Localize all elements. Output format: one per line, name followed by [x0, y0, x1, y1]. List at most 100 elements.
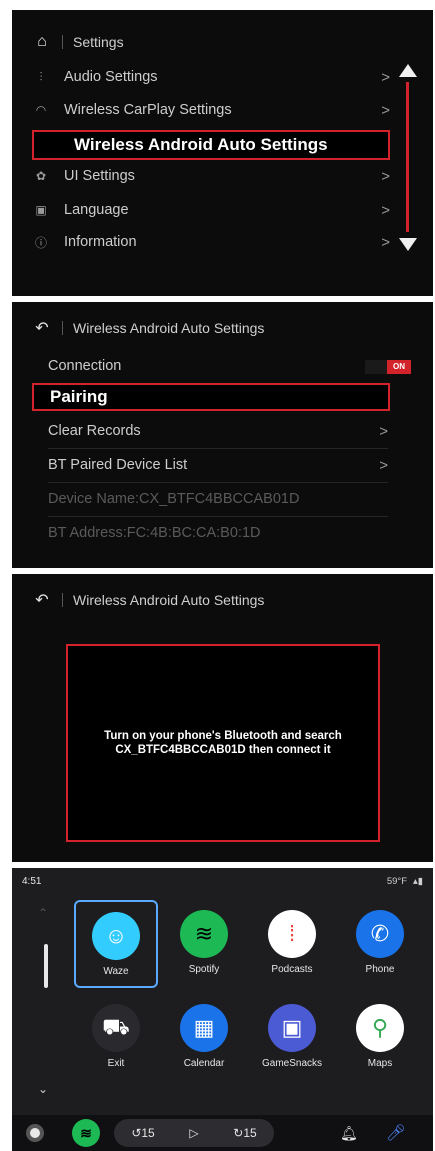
exit-glyph: ⛟	[102, 1013, 130, 1039]
app-label: Calendar	[183, 1058, 225, 1069]
bt-paired-device-list-label: BT Paired Device List	[48, 457, 188, 473]
chevron-right-icon: >	[379, 456, 388, 474]
menu-item-label: Wireless Android Auto Settings	[74, 135, 328, 154]
palette-icon: ✿	[35, 169, 47, 183]
scrollbar[interactable]	[406, 82, 409, 232]
forward-seconds: 15	[243, 1126, 257, 1140]
media-controls: ↺15 ▷ ↻15	[114, 1119, 274, 1147]
app-label: Maps	[367, 1058, 393, 1069]
rewind-seconds: 15	[141, 1126, 155, 1140]
gamesnacks-icon: ▣	[268, 1004, 316, 1052]
connection-row: Connection	[48, 353, 388, 379]
home-button[interactable]	[26, 1124, 44, 1142]
spotify-glyph: ≋	[194, 921, 214, 946]
play-icon[interactable]: ▷	[189, 1126, 198, 1140]
home-icon[interactable]: ⌂	[32, 33, 52, 51]
microphone-icon[interactable]: 🎤︎	[386, 1123, 406, 1143]
app-label: GameSnacks	[261, 1058, 323, 1069]
language-icon: ▣	[35, 203, 47, 217]
device-name-text: Device Name:CX_BTFC4BBCCAB01D	[48, 491, 300, 507]
header-divider	[62, 593, 63, 607]
aa-settings-header: ↶ Wireless Android Auto Settings	[12, 314, 433, 342]
chevron-right-icon: >	[379, 422, 388, 440]
back-icon[interactable]: ↶	[32, 318, 52, 338]
scroll-up-arrow-icon[interactable]	[399, 64, 417, 77]
maps-glyph: ⚲	[371, 1015, 389, 1040]
chevron-right-icon: >	[381, 68, 390, 86]
spotify-dock-icon[interactable]: ≋	[72, 1119, 100, 1147]
settings-screen: ⌂ Settings ⫶ Audio Settings > ◠ Wireless…	[12, 10, 433, 296]
app-calendar[interactable]: ▦ Calendar	[162, 994, 246, 1082]
maps-icon: ⚲	[356, 1004, 404, 1052]
clear-records-label: Clear Records	[48, 423, 141, 439]
clock: 4:51	[22, 875, 42, 887]
forward-15-icon[interactable]: ↻15	[233, 1126, 256, 1140]
calendar-icon: ▦	[180, 1004, 228, 1052]
info-icon: ⓘ	[34, 235, 47, 250]
app-label: Podcasts	[271, 964, 313, 975]
connection-toggle[interactable]: ON	[365, 360, 411, 374]
chevron-right-icon: >	[381, 233, 390, 251]
phone-glyph: ✆	[370, 921, 390, 946]
notification-bell-icon[interactable]: 🔔︎	[340, 1125, 358, 1142]
header-divider	[62, 321, 63, 335]
page-title: Settings	[73, 34, 124, 50]
podcasts-glyph: ⁞	[288, 921, 296, 946]
chevron-right-icon: >	[381, 201, 390, 219]
menu-item-label: Wireless CarPlay Settings	[64, 102, 232, 118]
menu-item-label: Information	[64, 234, 137, 250]
pairing-screen: ↶ Wireless Android Auto Settings Turn on…	[12, 574, 433, 862]
pairing-label: Pairing	[50, 387, 108, 406]
page-title: Wireless Android Auto Settings	[73, 592, 265, 608]
device-name-row: Device Name:CX_BTFC4BBCCAB01D	[48, 486, 388, 512]
waze-glyph: ☺	[104, 923, 128, 948]
pairing-row[interactable]: Pairing	[32, 383, 390, 411]
app-phone[interactable]: ✆ Phone	[338, 900, 422, 988]
wifi-icon: ◠	[35, 103, 47, 117]
android-auto-settings-screen: ↶ Wireless Android Auto Settings Connect…	[12, 302, 433, 568]
podcasts-icon: ⁞	[268, 910, 316, 958]
dialog-text-line-1: Turn on your phone's Bluetooth and searc…	[104, 730, 342, 742]
pairing-instructions-dialog: Turn on your phone's Bluetooth and searc…	[66, 644, 380, 842]
settings-header: ⌂ Settings	[12, 28, 433, 56]
signal-icon: ▴▮	[413, 875, 423, 887]
dialog-text-line-2: CX_BTFC4BBCCAB01D then connect it	[115, 744, 331, 756]
app-podcasts[interactable]: ⁞ Podcasts	[250, 900, 334, 988]
menu-item-ui-settings[interactable]: ✿ UI Settings >	[32, 163, 390, 189]
app-grid-scroll-rail[interactable]: ⌃ ⌄	[22, 898, 70, 1108]
app-exit[interactable]: ⛟ Exit	[74, 994, 158, 1082]
audio-icon: ⫶	[39, 69, 43, 84]
calendar-glyph: ▦	[193, 1015, 215, 1040]
app-waze[interactable]: ☺ Waze	[74, 900, 158, 988]
app-spotify[interactable]: ≋ Spotify	[162, 900, 246, 988]
rewind-15-icon[interactable]: ↺15	[131, 1126, 154, 1140]
divider	[48, 516, 388, 517]
android-auto-launcher: 4:51 59°F ▴▮ ⌃ ⌄ ☺ Waze ≋ Spotify ⁞ Podc…	[12, 868, 433, 1151]
bt-address-text: BT Address:FC:4B:BC:CA:B0:1D	[48, 525, 261, 541]
header-divider	[62, 35, 63, 49]
menu-item-wireless-carplay-settings[interactable]: ◠ Wireless CarPlay Settings >	[32, 97, 390, 123]
back-icon[interactable]: ↶	[32, 590, 52, 610]
menu-item-label: Language	[64, 202, 129, 218]
app-label: Phone	[365, 964, 395, 975]
menu-item-language[interactable]: ▣ Language >	[32, 197, 390, 223]
bt-address-row: BT Address:FC:4B:BC:CA:B0:1D	[48, 520, 388, 546]
menu-item-label: UI Settings	[64, 168, 135, 184]
menu-item-wireless-android-auto-settings[interactable]: Wireless Android Auto Settings	[32, 130, 390, 160]
app-maps[interactable]: ⚲ Maps	[338, 994, 422, 1082]
connection-label: Connection	[48, 358, 122, 374]
chevron-up-icon[interactable]: ⌃	[38, 906, 48, 920]
toggle-state-label: ON	[387, 360, 411, 374]
bt-paired-device-list-row[interactable]: BT Paired Device List >	[48, 452, 388, 478]
app-label: Exit	[107, 1058, 125, 1069]
divider	[48, 448, 388, 449]
chevron-down-icon[interactable]: ⌄	[38, 1082, 48, 1096]
clear-records-row[interactable]: Clear Records >	[48, 418, 388, 444]
scroll-down-arrow-icon[interactable]	[399, 238, 417, 251]
pairing-header: ↶ Wireless Android Auto Settings	[12, 586, 433, 614]
status-bar: 4:51 59°F ▴▮	[22, 874, 423, 888]
menu-item-audio-settings[interactable]: ⫶ Audio Settings >	[32, 64, 390, 90]
menu-item-information[interactable]: ⓘ Information >	[32, 229, 390, 255]
app-gamesnacks[interactable]: ▣ GameSnacks	[250, 994, 334, 1082]
temperature: 59°F	[386, 875, 407, 887]
